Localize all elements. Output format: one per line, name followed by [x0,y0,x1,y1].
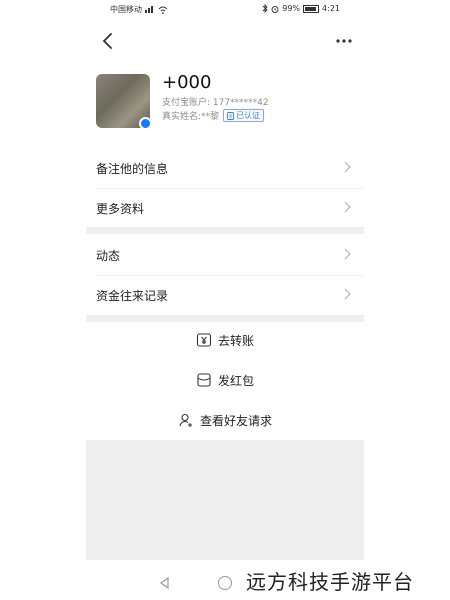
yuan-icon [196,333,212,347]
avatar[interactable] [96,74,152,130]
chevron-right-icon [344,201,351,213]
phone-screen: 中国移动 99% 4:21 +000 支付宝账户: 177******42 真实… [86,0,364,600]
chevron-right-icon [344,161,351,173]
profile-name: +000 [162,72,212,93]
carrier-label: 中国移动 [110,5,142,14]
nav-back-icon[interactable] [158,576,172,590]
wifi-icon [158,6,168,14]
menu-item-remark[interactable]: 备注他的信息 [86,148,364,188]
status-bar: 中国移动 99% 4:21 [86,4,364,18]
realname-label: 真实姓名: [162,112,202,122]
back-button[interactable] [98,30,118,52]
verified-check-icon [139,117,152,130]
account-value: 177******42 [212,98,269,108]
battery-percent: 99% [282,4,301,13]
menu-item-moments-label: 动态 [96,249,121,263]
friend-request-label: 查看好友请求 [199,413,272,428]
verified-badge: 已认证 [223,109,265,122]
alarm-icon [271,5,279,13]
nav-home-icon[interactable] [218,576,232,590]
menu-item-transactions[interactable]: 资金往来记录 [86,275,364,315]
more-dots-icon [336,39,352,43]
signal-icon [145,6,155,13]
section-separator [86,227,364,234]
chevron-left-icon [102,33,112,49]
battery-icon [303,4,320,13]
verified-badge-label: 已认证 [236,111,261,120]
bluetooth-icon [262,4,268,13]
chevron-right-icon [344,248,351,260]
friend-request-button[interactable]: 查看好友请求 [86,403,364,437]
more-options-button[interactable] [332,32,356,50]
chevron-right-icon [344,288,351,300]
empty-area [86,440,364,560]
account-line: 支付宝账户: 177******42 [162,95,269,108]
section-separator [86,315,364,322]
account-label: 支付宝账户: [162,98,211,108]
red-packet-button[interactable]: 发红包 [86,363,364,397]
top-bar [86,26,364,56]
clock: 4:21 [322,4,340,13]
profile-card: +000 支付宝账户: 177******42 真实姓名:**黎 已认证 [86,72,364,136]
transfer-label: 去转账 [217,333,254,348]
red-packet-icon [197,373,211,387]
red-packet-label: 发红包 [217,373,254,388]
menu-item-moments[interactable]: 动态 [86,235,364,275]
realname-line: 真实姓名:**黎 已认证 [162,109,265,122]
watermark-text: 远方科技手游平台 [246,570,414,594]
menu-item-transactions-label: 资金往来记录 [96,289,169,303]
realname-value: **黎 [201,112,220,122]
transfer-button[interactable]: 去转账 [86,323,364,357]
menu-item-remark-label: 备注他的信息 [96,162,169,176]
menu-item-more-info-label: 更多资料 [96,202,145,216]
menu-item-more-info[interactable]: 更多资料 [86,188,364,228]
add-friend-icon [179,413,192,427]
id-card-icon [227,111,235,120]
